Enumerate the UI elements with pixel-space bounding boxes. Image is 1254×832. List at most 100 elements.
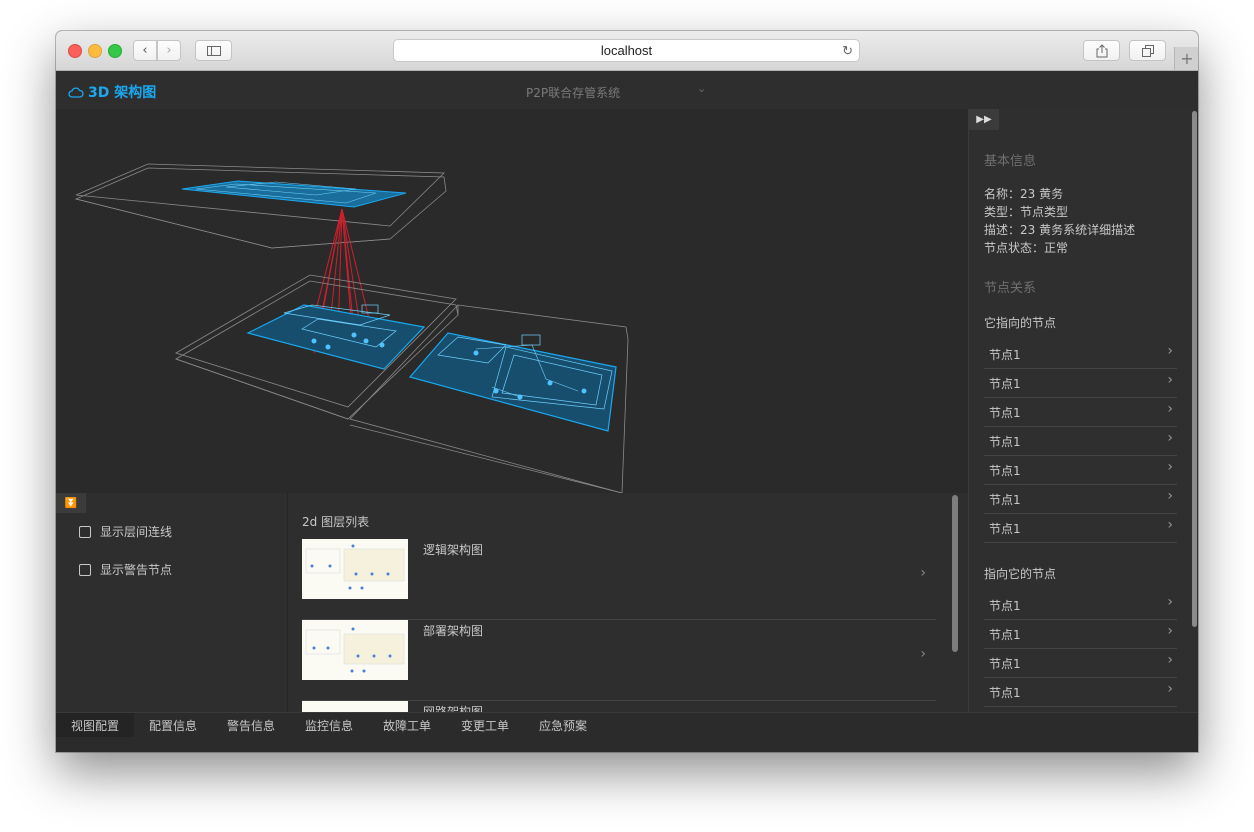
chevron-right-icon: › [1167,401,1173,417]
chevron-right-icon[interactable]: › [920,565,926,581]
tab-view-config[interactable]: 视图配置 [56,713,135,737]
chevron-right-icon: › [166,43,172,58]
chevron-right-icon: › [1167,459,1173,475]
incoming-node-item[interactable]: 节点1 › [984,620,1177,649]
layer-list-title: 2d 图层列表 [302,515,370,529]
tab-config-info[interactable]: 配置信息 [134,713,212,737]
layer-list-item[interactable]: 逻辑架构图 › [302,539,936,620]
show-layer-links-checkbox[interactable] [79,525,91,538]
chevron-right-icon: › [1167,681,1173,697]
cloud-icon [68,86,84,98]
outgoing-node-item[interactable]: 节点1 › [984,485,1177,514]
app-title: 3D 架构图 [68,82,156,102]
tab-fault-tickets[interactable]: 故障工单 [368,713,446,737]
plus-icon: + [1180,49,1194,68]
incoming-node-item[interactable]: 节点1 › [984,649,1177,678]
double-chevron-down-icon: ⏬ [64,497,78,509]
panel-scrollbar[interactable] [1192,111,1197,627]
thumbnail-diagram [305,544,405,590]
layer-list-item[interactable]: 网路架构图 [302,701,936,712]
chevron-right-icon: › [1167,517,1173,533]
outgoing-node-item[interactable]: 节点1 › [984,456,1177,485]
chevron-right-icon: › [1167,652,1173,668]
node-description: 描述：23 黄务系统详细描述 [984,223,1136,237]
top-layer-plane [181,180,407,208]
node-detail-panel: ▶▶ 基本信息 名称：23 黄务 类型：节点类型 描述：23 黄务系统详细描述 … [968,109,1198,712]
layer-list-scrollbar[interactable] [952,495,958,652]
back-button[interactable]: ‹ [133,40,157,61]
top-layer-box [74,163,447,249]
new-tab-button[interactable]: + [1174,47,1198,70]
tab-emergency-plans[interactable]: 应急预案 [524,713,602,737]
outgoing-node-item[interactable]: 节点1 › [984,369,1177,398]
browser-toolbar: ‹ › localhost ↻ + [56,31,1198,71]
app-title-text: 3D 架构图 [88,85,157,101]
share-button[interactable] [1083,40,1120,61]
close-window-button[interactable] [68,44,82,58]
chevron-right-icon[interactable]: › [920,646,926,662]
chevron-right-icon: › [1167,343,1173,359]
tab-alert-info[interactable]: 警告信息 [212,713,290,737]
chevron-right-icon: › [1167,594,1173,610]
incoming-node-item[interactable]: 节点1 › [984,591,1177,620]
outgoing-node-item[interactable]: 节点1 › [984,340,1177,369]
show-alert-nodes-checkbox[interactable] [79,563,91,576]
app-header: 3D 架构图 P2P联合存管系统 ⌄ [56,71,1198,109]
chevron-right-icon: › [1167,430,1173,446]
relation-title: 节点关系 [984,281,1037,296]
architecture-3d-scene[interactable] [56,109,968,494]
show-alert-nodes-option[interactable]: 显示警告节点 [79,561,172,578]
chevron-down-icon[interactable]: ⌄ [697,82,706,95]
minimize-window-button[interactable] [88,44,102,58]
tab-monitor-info[interactable]: 监控信息 [290,713,368,737]
layer-name: 网路架构图 [423,705,484,712]
chevron-right-icon: › [1167,623,1173,639]
tab-change-tickets[interactable]: 变更工单 [446,713,524,737]
collapse-bottom-button[interactable]: ⏬ [56,493,86,513]
view-options-panel: ⏬ 显示层间连线 显示警告节点 [56,493,288,712]
tabs-overview-button[interactable] [1129,40,1166,61]
outgoing-title: 它指向的节点 [984,316,1057,330]
basic-info-block: 名称：23 黄务 类型：节点类型 描述：23 黄务系统详细描述 节点状态：正常 [984,185,1135,257]
share-icon [1096,43,1107,57]
browser-window: ‹ › localhost ↻ + 3D 架构图 P2P联合存管系统 ⌄ ▶▶ … [56,31,1198,752]
node-status: 节点状态：正常 [984,241,1069,255]
outgoing-node-item[interactable]: 节点1 › [984,427,1177,456]
layer-thumbnail [302,620,408,680]
chevron-left-icon: ‹ [142,43,148,58]
collapse-panel-button[interactable]: ▶▶ [969,109,999,130]
double-chevron-right-icon: ▶▶ [976,114,992,125]
incoming-node-list: 节点1 › 节点1 › 节点1 › 节点1 › [984,591,1177,707]
show-alert-nodes-label: 显示警告节点 [100,563,173,577]
basic-info-title: 基本信息 [984,154,1037,169]
sidebar-toggle-button[interactable] [195,40,232,61]
forward-button[interactable]: › [157,40,181,61]
outgoing-node-item[interactable]: 节点1 › [984,514,1177,543]
incoming-title: 指向它的节点 [984,567,1057,581]
layer-thumbnail [302,701,408,712]
zoom-window-button[interactable] [108,44,122,58]
reload-icon[interactable]: ↻ [842,43,853,59]
3d-viewport[interactable] [56,109,968,494]
bottom-tabs-bar: 视图配置 配置信息 警告信息 监控信息 故障工单 变更工单 应急预案 [56,712,1198,752]
layer-name: 逻辑架构图 [423,543,484,557]
outgoing-node-item[interactable]: 节点1 › [984,398,1177,427]
layer-list-item[interactable]: 部署架构图 › [302,620,936,701]
layer-list-panel: 2d 图层列表 逻辑架构图 › 部署架构图 › 网路架构图 [288,493,968,712]
sidebar-icon [206,45,221,56]
url-text: localhost [600,43,653,58]
address-bar[interactable]: localhost ↻ [393,39,860,62]
show-layer-links-label: 显示层间连线 [100,525,173,539]
layer-name: 部署架构图 [423,624,484,638]
right-layer-plane [408,332,617,432]
outgoing-node-list: 节点1 › 节点1 › 节点1 › 节点1 › 节点1 › 节点1 › 节点1 › [984,340,1177,543]
chevron-right-icon: › [1167,372,1173,388]
thumbnail-diagram [305,627,405,673]
node-type: 类型：节点类型 [984,205,1069,219]
show-layer-links-option[interactable]: 显示层间连线 [79,523,172,540]
layer-thumbnail [302,539,408,599]
chevron-right-icon: › [1167,488,1173,504]
tabs-icon [1141,44,1154,57]
incoming-node-item[interactable]: 节点1 › [984,678,1177,707]
system-select[interactable]: P2P联合存管系统 [526,84,620,101]
